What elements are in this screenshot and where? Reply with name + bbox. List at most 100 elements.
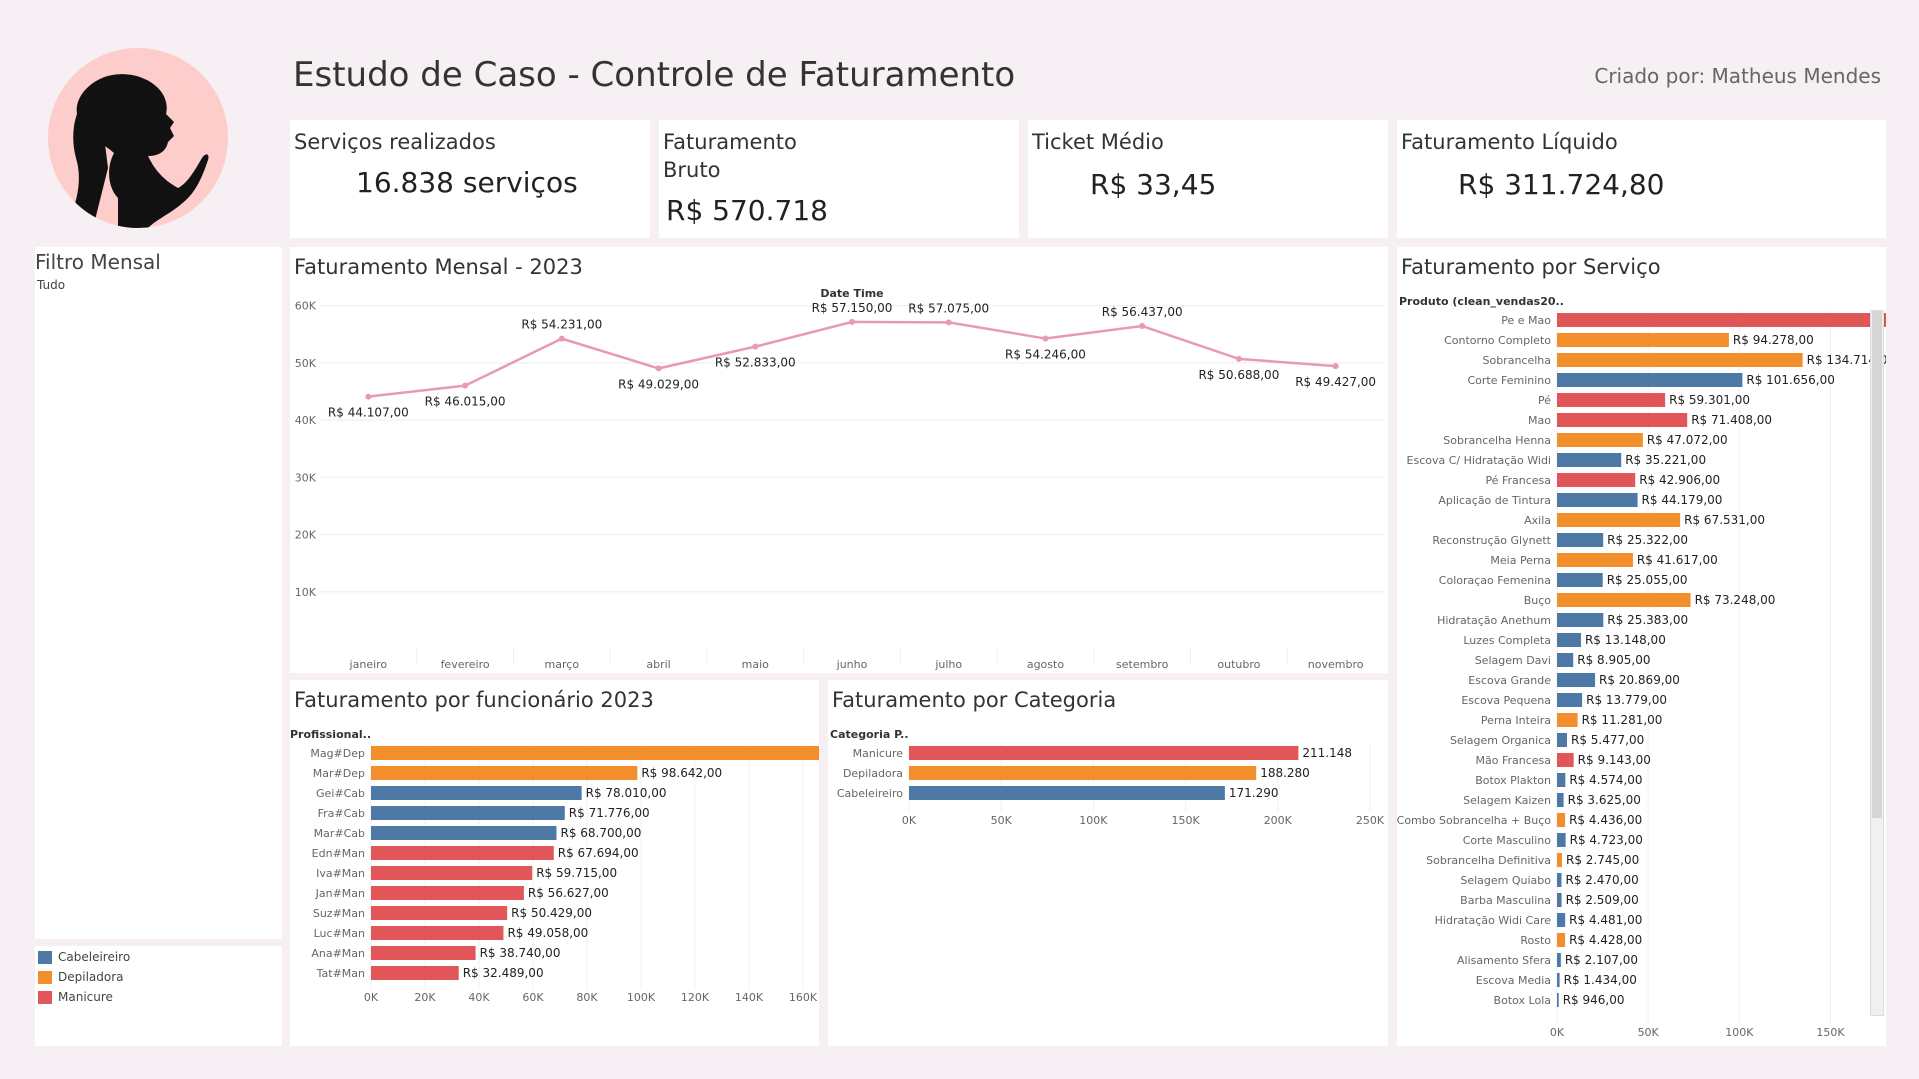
y-tick-label: 40K bbox=[295, 414, 317, 427]
monthly-revenue-line-chart: Date Time 10K 20K 30K 40K 50K 60K janeiro fevere… bbox=[295, 287, 1384, 671]
x-tick-label: julho bbox=[934, 658, 962, 671]
logo bbox=[48, 48, 228, 228]
bar bbox=[1557, 773, 1566, 787]
x-tick-label: janeiro bbox=[349, 658, 388, 671]
data-label: R$ 3.625,00 bbox=[1568, 793, 1641, 807]
x-tick-label: 250K bbox=[1356, 814, 1385, 827]
x-tick-label: outubro bbox=[1217, 658, 1260, 671]
bar bbox=[1557, 673, 1596, 687]
bar bbox=[371, 806, 565, 820]
data-label: R$ 98.642,00 bbox=[641, 766, 722, 780]
bar bbox=[909, 766, 1257, 780]
category-label: Aplicação de Tintura bbox=[1438, 494, 1551, 507]
data-label: R$ 54.231,00 bbox=[521, 318, 602, 332]
category-label: Pé Francesa bbox=[1485, 474, 1551, 487]
legend-swatch bbox=[38, 971, 52, 984]
x-tick-label: setembro bbox=[1116, 658, 1169, 671]
category-label: Mar#Dep bbox=[313, 767, 365, 780]
filter-value-dropdown[interactable]: Tudo bbox=[37, 278, 65, 292]
bar bbox=[1557, 593, 1691, 607]
employee-revenue-panel: Faturamento por funcionário 2023 Profiss… bbox=[290, 680, 819, 1046]
bar bbox=[1557, 793, 1564, 807]
bar bbox=[1557, 633, 1581, 647]
category-label: Jan#Man bbox=[315, 887, 365, 900]
x-tick-label: 150K bbox=[1816, 1026, 1845, 1039]
category-label: Escova Grande bbox=[1468, 674, 1551, 687]
data-point bbox=[849, 318, 855, 325]
kpi-card-liquido: Faturamento Líquido R$ 311.724,80 bbox=[1397, 120, 1886, 238]
scrollbar-thumb[interactable] bbox=[1872, 311, 1882, 818]
data-label: R$ 46.015,00 bbox=[425, 395, 506, 409]
data-label: 171.290 bbox=[1229, 786, 1279, 800]
legend-label: Depiladora bbox=[58, 970, 124, 984]
data-label: R$ 38.740,00 bbox=[480, 946, 561, 960]
data-label: R$ 13.779,00 bbox=[1586, 693, 1667, 707]
x-tick-label: 40K bbox=[468, 991, 490, 1004]
column-header: Profissional.. bbox=[290, 728, 371, 741]
data-label: R$ 49.058,00 bbox=[507, 926, 588, 940]
bar bbox=[1557, 353, 1803, 367]
kpi-card-servicos: Serviços realizados 16.838 serviços bbox=[290, 120, 650, 238]
y-tick-label: 50K bbox=[295, 357, 317, 370]
data-point bbox=[945, 319, 952, 326]
x-tick-label: agosto bbox=[1027, 658, 1064, 671]
category-label: Luc#Man bbox=[314, 927, 365, 940]
category-label: Selagem Organica bbox=[1450, 734, 1551, 747]
x-tick-label: 140K bbox=[735, 991, 764, 1004]
bar bbox=[1557, 953, 1561, 967]
data-label: R$ 41.617,00 bbox=[1637, 553, 1718, 567]
bar bbox=[371, 926, 504, 940]
category-label: Buço bbox=[1524, 594, 1552, 607]
bar bbox=[1557, 493, 1638, 507]
x-tick-label: 100K bbox=[1079, 814, 1108, 827]
category-label: Suz#Man bbox=[313, 907, 365, 920]
bar bbox=[909, 786, 1225, 800]
x-tick-label: 50K bbox=[1638, 1026, 1660, 1039]
data-label: R$ 32.489,00 bbox=[463, 966, 544, 980]
x-tick-label: 50K bbox=[991, 814, 1013, 827]
legend-swatch bbox=[38, 951, 52, 964]
data-label: R$ 8.905,00 bbox=[1577, 653, 1650, 667]
category-label: Corte Masculino bbox=[1463, 834, 1552, 847]
x-tick-label: maio bbox=[742, 658, 770, 671]
monthly-revenue-panel: Faturamento Mensal - 2023 Date Time 10K 20… bbox=[290, 247, 1388, 673]
column-header: Produto (clean_vendas20.. bbox=[1399, 295, 1564, 308]
data-label: R$ 57.075,00 bbox=[908, 301, 989, 315]
category-label: Sobrancelha bbox=[1482, 354, 1551, 367]
woman-silhouette-logo-icon bbox=[70, 74, 209, 228]
bar bbox=[1557, 713, 1578, 727]
bar bbox=[1557, 753, 1574, 767]
x-tick-label: abril bbox=[646, 658, 670, 671]
scrollbar-track[interactable] bbox=[1870, 310, 1884, 1016]
data-label: R$ 2.470,00 bbox=[1566, 873, 1639, 887]
category-label: Pé bbox=[1538, 394, 1551, 407]
bar bbox=[371, 786, 582, 800]
data-label: R$ 67.531,00 bbox=[1684, 513, 1765, 527]
kpi-value: 16.838 serviços bbox=[356, 166, 578, 199]
category-label: Edn#Man bbox=[312, 847, 365, 860]
category-label: Contorno Completo bbox=[1444, 334, 1551, 347]
kpi-label: Faturamento Bruto bbox=[663, 130, 797, 182]
category-label: Mar#Cab bbox=[314, 827, 365, 840]
category-label: Ana#Man bbox=[311, 947, 365, 960]
category-label: Iva#Man bbox=[316, 867, 365, 880]
legend-swatch bbox=[38, 991, 52, 1004]
category-label: Meia Perna bbox=[1490, 554, 1551, 567]
bar bbox=[1557, 993, 1559, 1007]
category-label: Selagem Quiabo bbox=[1460, 874, 1551, 887]
kpi-label: Faturamento Líquido bbox=[1401, 130, 1618, 154]
data-label: R$ 11.281,00 bbox=[1582, 713, 1663, 727]
category-label: Luzes Completa bbox=[1463, 634, 1551, 647]
category-label: Hidratação Widi Care bbox=[1435, 914, 1552, 927]
data-point bbox=[655, 365, 662, 372]
service-revenue-panel: Faturamento por Serviço Produto (clean_v… bbox=[1397, 247, 1886, 1046]
legend-item-manicure: Manicure bbox=[38, 990, 113, 1004]
bar bbox=[371, 906, 508, 920]
data-point bbox=[1042, 335, 1049, 342]
bar bbox=[371, 886, 524, 900]
bar bbox=[1557, 653, 1574, 667]
bar bbox=[1557, 473, 1636, 487]
category-label: Sobrancelha Henna bbox=[1443, 434, 1551, 447]
bar bbox=[1557, 313, 1886, 327]
month-filter-panel: Filtro Mensal Tudo bbox=[35, 247, 282, 939]
